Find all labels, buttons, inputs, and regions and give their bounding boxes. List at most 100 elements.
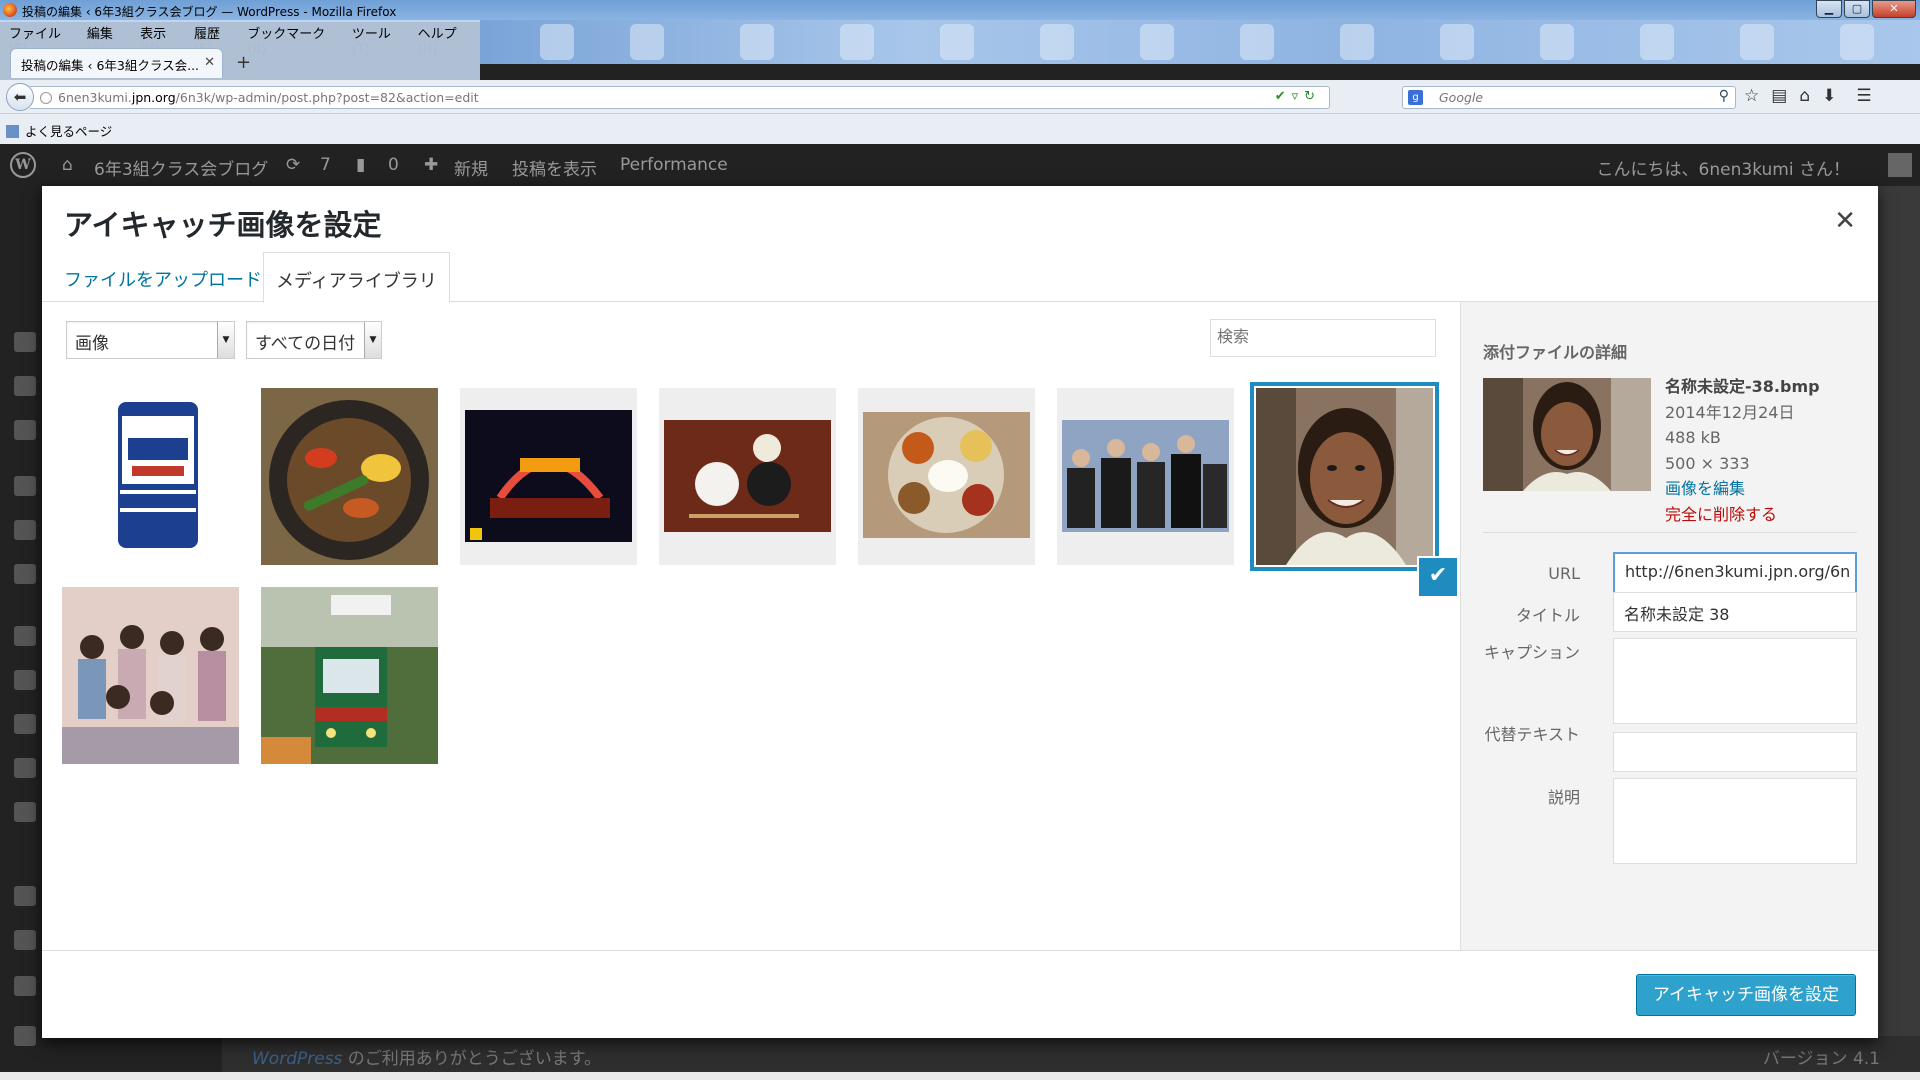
- page-bottom-edge: [0, 1072, 1920, 1080]
- media-type-filter[interactable]: 画像 ▼: [66, 321, 235, 359]
- menu-help[interactable]: ヘルプ(H): [413, 20, 480, 57]
- browser-menubar: ファイル(F) 編集(E) 表示(V) 履歴(S) ブックマーク(B) ツール(…: [0, 20, 480, 57]
- back-button[interactable]: ⬅: [6, 83, 34, 111]
- set-featured-image-button[interactable]: アイキャッチ画像を設定: [1635, 974, 1856, 1016]
- pages-menu-icon[interactable]: [14, 476, 36, 496]
- details-date: 2014年12月24日: [1665, 402, 1795, 422]
- title-field[interactable]: 名称未設定 38: [1613, 592, 1857, 632]
- dashboard-menu-icon[interactable]: [14, 332, 36, 352]
- menu-bookmarks[interactable]: ブックマーク(B): [242, 20, 347, 57]
- view-post-link[interactable]: 投稿を表示: [512, 155, 597, 180]
- tab-upload-files[interactable]: ファイルをアップロード: [52, 252, 274, 303]
- description-textarea[interactable]: [1613, 778, 1857, 864]
- plugin-menu-icon[interactable]: [14, 976, 36, 996]
- footer-thanks-text: のご利用ありがとうございます。: [342, 1049, 602, 1069]
- caption-textarea[interactable]: [1613, 638, 1857, 724]
- download-icon[interactable]: ⬇: [1822, 86, 1836, 106]
- media-date-filter[interactable]: すべての日付 ▼: [246, 321, 382, 359]
- url-field[interactable]: http://6nen3kumi.jpn.org/6n: [1613, 552, 1857, 594]
- url-host: jpn.org: [131, 90, 176, 105]
- media-type-filter-value: 画像: [75, 334, 109, 354]
- posts-menu-icon[interactable]: [14, 376, 36, 396]
- reading-list-icon[interactable]: ▤: [1771, 86, 1787, 106]
- maximize-button[interactable]: ▢: [1844, 0, 1870, 18]
- close-icon[interactable]: ✕: [1834, 206, 1856, 236]
- hamburger-menu-icon[interactable]: ☰: [1856, 86, 1871, 106]
- tab-media-library[interactable]: メディアライブラリ: [263, 252, 450, 303]
- attachment-thali[interactable]: [858, 388, 1035, 565]
- updates-count[interactable]: 7: [320, 155, 331, 175]
- menu-file[interactable]: ファイル(F): [4, 20, 82, 57]
- menu-tools[interactable]: ツール(T): [347, 20, 413, 57]
- bookmark-star-icon[interactable]: ☆: [1744, 86, 1759, 106]
- window-title: 投稿の編集 ‹ 6年3組クラス会ブログ — WordPress - Mozill…: [22, 5, 397, 19]
- chevron-down-icon[interactable]: ▼: [217, 322, 234, 358]
- chevron-down-icon[interactable]: ▼: [364, 322, 381, 358]
- attachment-train[interactable]: [261, 587, 438, 764]
- plugins-menu-icon[interactable]: [14, 670, 36, 690]
- bookmark-folder-icon: [6, 125, 19, 138]
- bookmark-most-visited[interactable]: よく見るページ: [25, 124, 112, 139]
- performance-menu-icon[interactable]: [14, 886, 36, 906]
- theater-night-image: [460, 388, 637, 565]
- media-search-input[interactable]: [1210, 319, 1436, 357]
- users-menu-icon[interactable]: [14, 714, 36, 734]
- close-tab-icon[interactable]: ✕: [204, 55, 215, 70]
- gear-menu-icon[interactable]: [14, 930, 36, 950]
- home-icon[interactable]: ⌂: [1799, 86, 1810, 106]
- search-icon[interactable]: ⚲: [1719, 88, 1729, 104]
- details-dimensions: 500 × 333: [1665, 453, 1750, 473]
- search-bar[interactable]: g Google ⚲: [1402, 86, 1736, 109]
- media-menu-icon[interactable]: [14, 420, 36, 440]
- tools-menu-icon[interactable]: [14, 758, 36, 778]
- appearance-menu-icon[interactable]: [14, 626, 36, 646]
- google-icon[interactable]: g: [1408, 90, 1423, 105]
- attachment-group-photo[interactable]: [62, 587, 239, 764]
- url-status-icons[interactable]: ✔▿↻: [1275, 89, 1321, 104]
- alt-text-field[interactable]: [1613, 732, 1857, 772]
- close-window-button[interactable]: ✕: [1872, 0, 1916, 18]
- menu-history[interactable]: 履歴(S): [189, 20, 242, 57]
- user-greeting[interactable]: こんにちは、6nen3kumi さん！: [1597, 155, 1850, 180]
- details-filename: 名称未設定-38.bmp: [1665, 377, 1820, 396]
- minimize-button[interactable]: ▁: [1816, 0, 1842, 18]
- details-info: 名称未設定-38.bmp 2014年12月24日 488 kB 500 × 33…: [1665, 374, 1820, 527]
- alt-text-label: 代替テキスト: [1484, 725, 1580, 744]
- new-tab-button[interactable]: +: [236, 52, 251, 73]
- attachment-band[interactable]: [1057, 388, 1234, 565]
- attachment-girl-selected[interactable]: [1250, 382, 1439, 571]
- featured-image-modal: アイキャッチ画像を設定 ✕ ファイルをアップロード メディアライブラリ 画像 ▼…: [42, 186, 1878, 1038]
- rice-meal-image: [659, 388, 836, 565]
- avatar[interactable]: [1888, 153, 1912, 177]
- edit-image-link[interactable]: 画像を編集: [1665, 476, 1820, 502]
- selected-check-icon[interactable]: ✔: [1419, 558, 1457, 596]
- footer-thanks: WordPress のご利用ありがとうございます。: [252, 1044, 601, 1069]
- performance-link[interactable]: Performance: [620, 155, 728, 175]
- wordpress-logo-icon[interactable]: W: [10, 152, 36, 178]
- menu-edit[interactable]: 編集(E): [82, 20, 135, 57]
- wordpress-link[interactable]: WordPress: [252, 1049, 342, 1069]
- browser-toolbar-icons: ☆ ▤ ⌂ ⬇ ☰: [1744, 86, 1872, 106]
- contact-menu-icon[interactable]: [14, 564, 36, 584]
- band-image: [1057, 388, 1234, 565]
- browser-navbar: 6nen3kumi.jpn.org/6n3k/wp-admin/post.php…: [0, 80, 1920, 114]
- new-content-link[interactable]: 新規: [454, 155, 488, 180]
- comments-menu-icon[interactable]: [14, 520, 36, 540]
- details-heading: 添付ファイルの詳細: [1483, 343, 1628, 362]
- url-prefix: 6nen3kumi.: [58, 90, 132, 105]
- delete-permanently-link[interactable]: 完全に削除する: [1665, 502, 1820, 528]
- comments-count[interactable]: 0: [388, 155, 399, 175]
- url-bar[interactable]: 6nen3kumi.jpn.org/6n3k/wp-admin/post.php…: [30, 86, 1330, 109]
- attachment-yogurt[interactable]: [62, 388, 239, 565]
- attachment-theater[interactable]: [460, 388, 637, 565]
- group-photo-image: [62, 587, 239, 764]
- collapse-menu-icon[interactable]: [14, 1026, 36, 1046]
- cable-train-image: [261, 587, 438, 764]
- attachment-curry[interactable]: [261, 388, 438, 565]
- menu-view[interactable]: 表示(V): [135, 20, 189, 57]
- settings-menu-icon[interactable]: [14, 802, 36, 822]
- browser-tab[interactable]: 投稿の編集 ‹ 6年3組クラス会... ✕: [10, 48, 223, 78]
- details-preview: [1483, 378, 1651, 491]
- site-name-link[interactable]: 6年3組クラス会ブログ: [94, 155, 268, 180]
- attachment-rice-meal[interactable]: [659, 388, 836, 565]
